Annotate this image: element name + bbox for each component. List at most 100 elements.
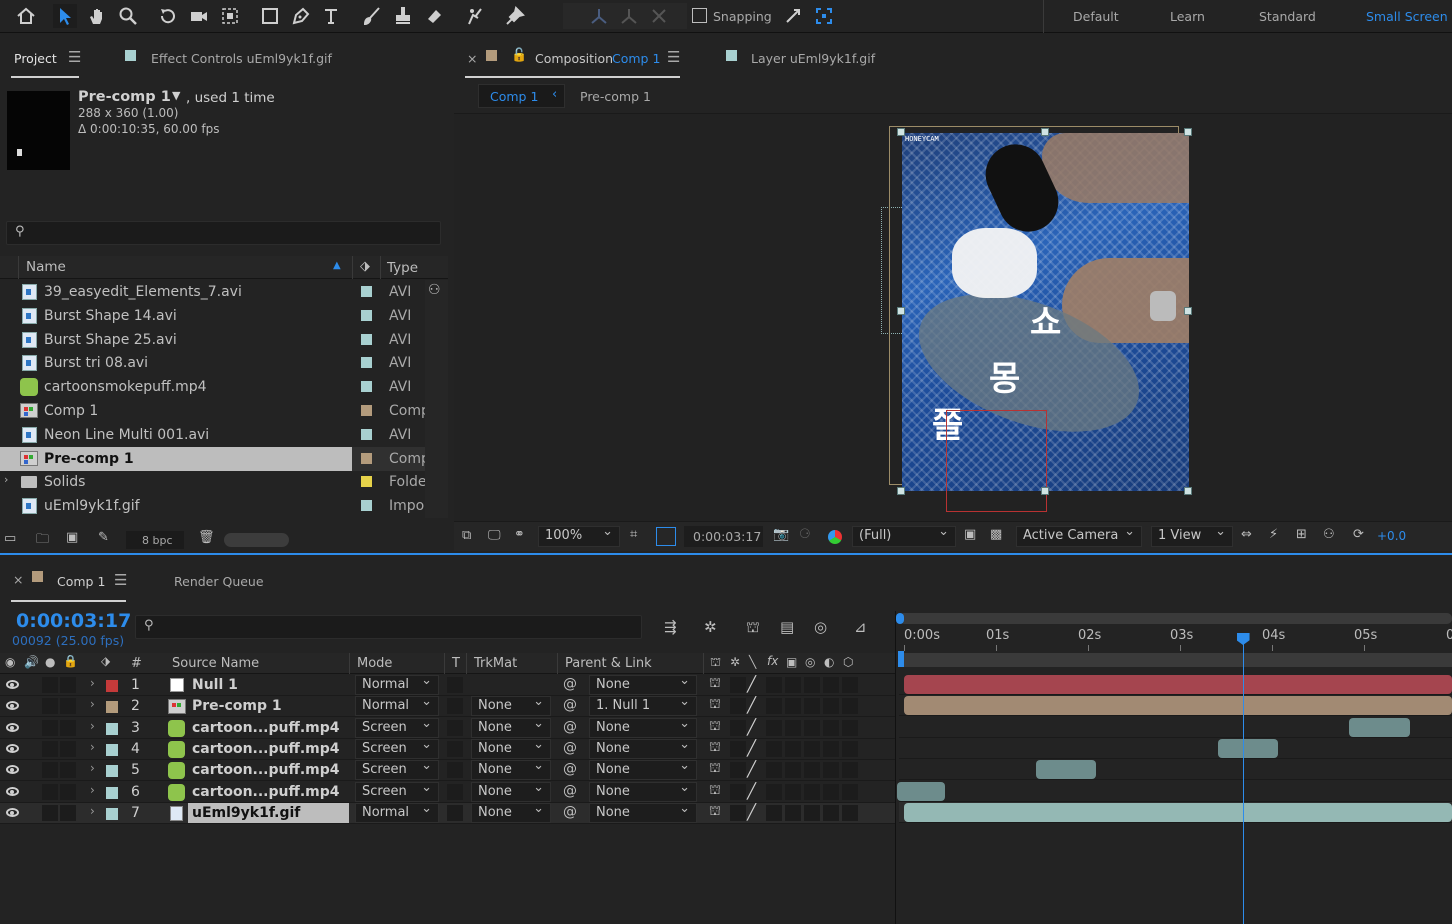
preserve-transparency-switch[interactable] [447, 677, 463, 693]
solo-switch[interactable] [42, 677, 58, 693]
solo-switch[interactable] [42, 740, 58, 757]
name-column-header[interactable]: Name [26, 259, 66, 275]
solo-switch[interactable] [42, 698, 58, 715]
local-axis-icon[interactable] [587, 4, 611, 28]
label-color-swatch[interactable] [361, 405, 372, 416]
motion-blur-switch[interactable] [804, 698, 820, 715]
layer-duration-bar[interactable] [1217, 738, 1279, 758]
audio-icon[interactable]: 🔊 [24, 655, 39, 669]
frame-blend-switch[interactable] [785, 677, 801, 693]
always-preview-icon[interactable]: ⧉ [462, 528, 471, 543]
quality-switch-icon[interactable]: ╱ [747, 675, 756, 693]
current-time-field[interactable]: 0:00:03:17 [684, 526, 763, 547]
project-item[interactable]: uEml9yk1f.gif Impor [0, 494, 430, 518]
thumbnail-slider[interactable] [224, 533, 289, 547]
roto-brush-tool-icon[interactable] [463, 4, 487, 28]
preserve-transparency-switch[interactable] [447, 740, 463, 757]
type-tool-icon[interactable] [320, 4, 344, 28]
3d-layer-switch[interactable] [842, 783, 858, 800]
selection-tool-icon[interactable] [53, 4, 77, 28]
quality-switch-icon[interactable]: ╱ [747, 760, 756, 778]
label-color-swatch[interactable] [361, 309, 372, 321]
reset-exposure-icon[interactable]: ⟳ [1353, 527, 1364, 542]
label-color-swatch[interactable] [361, 357, 372, 369]
motion-blur-switch[interactable] [804, 762, 820, 779]
video-visibility-icon[interactable]: ◉ [5, 655, 15, 669]
chevron-right-icon[interactable]: › [90, 676, 95, 690]
work-area-bar[interactable] [898, 651, 1452, 667]
shy-switch-icon[interactable]: ⛫ [709, 676, 721, 693]
collapse-switch[interactable] [730, 677, 746, 693]
quality-switch-icon[interactable]: ╱ [747, 782, 756, 800]
panel-menu-icon[interactable]: ☰ [667, 48, 680, 66]
composition-mini-flowchart-icon[interactable]: ⇶ [664, 618, 677, 636]
transform-handle[interactable] [1184, 128, 1192, 136]
blend-mode-dropdown[interactable]: Normal [355, 694, 439, 717]
adjustment-layer-switch[interactable] [823, 762, 839, 779]
workspace-small-screen[interactable]: Small Screen [1366, 9, 1448, 24]
current-time-display[interactable]: 0:00:03:17 [16, 610, 131, 632]
project-item[interactable]: Burst tri 08.avi AVI [0, 351, 425, 375]
effects-switch[interactable] [766, 804, 782, 821]
time-navigator[interactable] [896, 613, 1452, 624]
transform-handle[interactable] [1041, 128, 1049, 136]
motion-blur-switch[interactable] [804, 783, 820, 800]
blend-mode-dropdown[interactable]: Normal [355, 801, 439, 823]
layer-name[interactable]: Pre-comp 1 [192, 698, 282, 714]
color-channels-icon[interactable] [828, 530, 842, 544]
blend-mode-dropdown[interactable]: Screen [355, 737, 439, 759]
quality-switch-icon[interactable]: ╱ [747, 739, 756, 757]
layer-label-swatch[interactable] [106, 680, 118, 692]
pick-whip-icon[interactable]: @ [563, 804, 577, 820]
eraser-tool-icon[interactable] [422, 4, 446, 28]
lock-switch[interactable] [60, 740, 76, 757]
project-item[interactable]: cartoonsmokepuff.mp4 AVI [0, 375, 425, 399]
preserve-transparency-switch[interactable] [447, 762, 463, 779]
transform-handle[interactable] [897, 487, 905, 495]
chevron-down-icon[interactable]: ▼ [172, 89, 180, 102]
mask-visibility-icon[interactable] [656, 527, 676, 546]
transform-handle[interactable] [1184, 487, 1192, 495]
chevron-right-icon[interactable]: › [90, 740, 95, 754]
hand-tool-icon[interactable] [85, 4, 109, 28]
frame-blend-switch[interactable] [785, 804, 801, 821]
trash-icon[interactable]: 🗑 [198, 530, 215, 545]
snapping-checkbox[interactable] [692, 8, 707, 23]
layer-label-swatch[interactable] [106, 722, 118, 735]
source-name-column-header[interactable]: Source Name [172, 656, 259, 671]
quality-switch-icon[interactable]: ╱ [747, 803, 756, 821]
collapse-switch[interactable] [730, 698, 746, 715]
layer-name[interactable]: cartoon...puff.mp4 [192, 762, 340, 778]
effects-switch[interactable] [766, 762, 782, 779]
motion-blur-icon[interactable]: ◎ [814, 618, 827, 636]
layer-row[interactable]: › 2 Pre-comp 1 Normal None @1. Null 1 ⛫ ╱ [0, 694, 896, 718]
motion-blur-switch[interactable] [804, 719, 820, 736]
chevron-right-icon[interactable]: › [90, 719, 95, 733]
home-icon[interactable] [14, 4, 38, 28]
layer-label-swatch[interactable] [106, 765, 118, 778]
label-color-swatch[interactable] [361, 286, 372, 297]
solo-icon[interactable]: ● [45, 655, 55, 669]
layer-row[interactable]: › 5 cartoon...puff.mp4 Screen None @ None ⛫ ╱ [0, 758, 896, 782]
sort-ascending-icon[interactable]: ▲ [333, 260, 341, 271]
shy-switch-icon[interactable]: ⛫ [709, 804, 721, 821]
toggle-pixel-aspect-icon[interactable]: ⇔ [1241, 527, 1252, 542]
chevron-right-icon[interactable]: › [90, 783, 95, 797]
shy-switch-icon[interactable]: ⛫ [709, 783, 721, 800]
pick-whip-icon[interactable]: @ [563, 783, 577, 799]
brush-tool-icon[interactable] [360, 4, 384, 28]
label-color-swatch[interactable] [361, 333, 372, 345]
shy-switch-icon[interactable]: ⛫ [709, 761, 721, 778]
3d-layer-switch[interactable] [842, 740, 858, 757]
pan-behind-tool-icon[interactable] [218, 4, 242, 28]
pick-whip-icon[interactable]: @ [563, 719, 577, 735]
solo-switch[interactable] [42, 804, 58, 821]
motion-blur-switch[interactable] [804, 804, 820, 821]
blend-mode-dropdown[interactable]: Screen [355, 716, 439, 738]
panel-menu-icon[interactable]: ☰ [68, 48, 81, 66]
lock-switch[interactable] [60, 804, 76, 821]
magnification-dropdown[interactable]: 100% [538, 524, 620, 547]
vr-goggles-icon[interactable]: ⚭ [514, 527, 525, 542]
motion-blur-switch[interactable] [804, 740, 820, 757]
playhead[interactable] [1236, 633, 1250, 924]
